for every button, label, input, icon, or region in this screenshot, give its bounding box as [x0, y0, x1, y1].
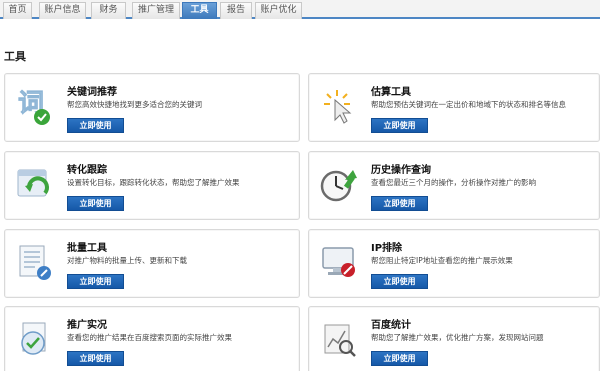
ip-exclude-icon [319, 240, 359, 284]
tool-card-history-query: 历史操作查询 查看您最近三个月的操作，分析操作对推广的影响 立即使用 [308, 151, 600, 220]
page-title: 工具 [4, 50, 26, 63]
conversion-icon [15, 162, 55, 206]
tool-title: 百度统计 [371, 320, 411, 331]
tool-title: 关键词推荐 [67, 87, 117, 98]
tool-title: 批量工具 [67, 243, 107, 254]
tool-card-conversion-tracking: 转化跟踪 设置转化目标，跟踪转化状态，帮助您了解推广效果 立即使用 [4, 151, 300, 220]
tool-title: 推广实况 [67, 320, 107, 331]
tool-description: 帮您高效快捷地找到更多适合您的关键词 [67, 100, 202, 109]
tool-card-estimate: 估算工具 帮助您预估关键词在一定出价和地域下的状态和排名等信息 立即使用 [308, 73, 600, 142]
use-now-button-batch[interactable]: 立即使用 [67, 274, 124, 289]
tab-tools[interactable]: 工具 [182, 2, 217, 19]
tool-title: IP排除 [371, 243, 403, 254]
live-view-icon [15, 317, 55, 361]
tab-account-optimization[interactable]: 账户优化 [255, 2, 302, 19]
tool-card-baidu-statistics: 百度统计 帮助您了解推广效果，优化推广方案，发现网站问题 立即使用 [308, 306, 600, 371]
tab-reports[interactable]: 报告 [220, 2, 252, 19]
tool-card-batch-tool: 批量工具 对推广物料的批量上传、更新和下载 立即使用 [4, 229, 300, 298]
keyword-icon: 词 [15, 84, 55, 128]
tool-card-keyword-recommendation: 词 关键词推荐 帮您高效快捷地找到更多适合您的关键词 立即使用 [4, 73, 300, 142]
use-now-button-ip-exclusion[interactable]: 立即使用 [371, 274, 428, 289]
history-clock-icon [319, 162, 359, 206]
tool-card-ip-exclusion: IP排除 帮您阻止特定IP地址查看您的推广展示效果 立即使用 [308, 229, 600, 298]
tool-description: 帮助您预估关键词在一定出价和地域下的状态和排名等信息 [371, 100, 566, 109]
main-tab-bar: 首页 账户信息 财务 推广管理 工具 报告 账户优化 [0, 0, 600, 19]
tab-home[interactable]: 首页 [3, 2, 32, 19]
tool-card-live-view: 推广实况 查看您的推广结果在百度搜索页面的实际推广效果 立即使用 [4, 306, 300, 371]
tab-finance[interactable]: 财务 [91, 2, 126, 19]
estimate-icon [319, 84, 359, 128]
tool-description: 查看您最近三个月的操作，分析操作对推广的影响 [371, 178, 536, 187]
tool-title: 估算工具 [371, 87, 411, 98]
use-now-button-keyword[interactable]: 立即使用 [67, 118, 124, 133]
tool-description: 帮助您了解推广效果，优化推广方案，发现网站问题 [371, 333, 544, 342]
tool-title: 转化跟踪 [67, 165, 107, 176]
tab-account-info[interactable]: 账户信息 [39, 2, 86, 19]
tool-description: 对推广物料的批量上传、更新和下载 [67, 256, 187, 265]
tool-title: 历史操作查询 [371, 165, 431, 176]
use-now-button-statistics[interactable]: 立即使用 [371, 351, 428, 366]
tool-description: 设置转化目标，跟踪转化状态，帮助您了解推广效果 [67, 178, 240, 187]
use-now-button-estimate[interactable]: 立即使用 [371, 118, 428, 133]
statistics-icon [319, 317, 359, 361]
tab-promotion-management[interactable]: 推广管理 [132, 2, 180, 19]
use-now-button-conversion[interactable]: 立即使用 [67, 196, 124, 211]
tool-description: 帮您阻止特定IP地址查看您的推广展示效果 [371, 256, 513, 265]
batch-icon [15, 240, 55, 284]
tool-description: 查看您的推广结果在百度搜索页面的实际推广效果 [67, 333, 232, 342]
use-now-button-history[interactable]: 立即使用 [371, 196, 428, 211]
use-now-button-live-view[interactable]: 立即使用 [67, 351, 124, 366]
